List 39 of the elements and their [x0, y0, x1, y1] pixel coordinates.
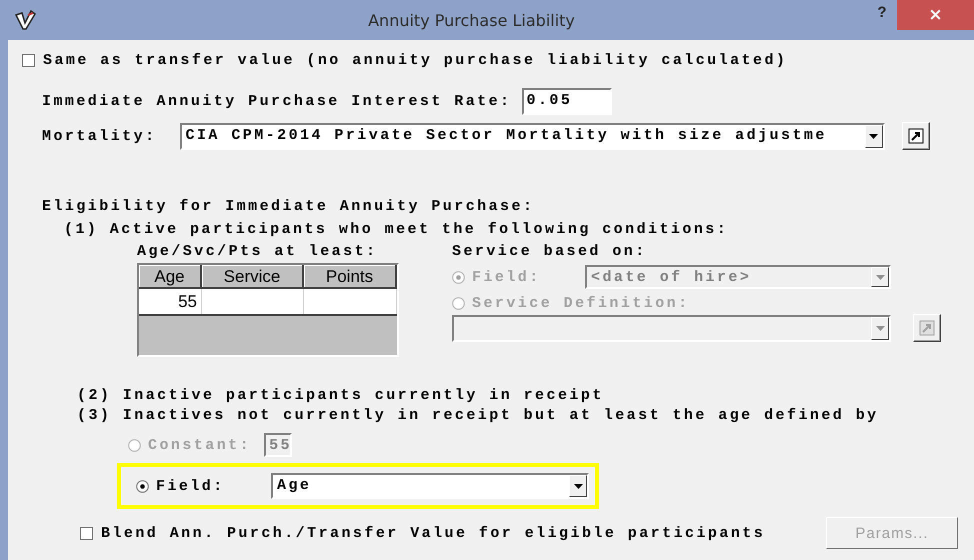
checkbox[interactable] — [22, 54, 35, 67]
column-header[interactable]: Age — [139, 265, 202, 289]
condition-label: (3) Inactives not currently in receipt but at least the age defined by — [77, 407, 879, 424]
radio-label: Field: — [156, 478, 225, 494]
text-field[interactable]: 0.05 — [522, 88, 612, 115]
checkbox-label: Blend Ann. Purch./Transfer Value for eligible participants — [101, 524, 766, 542]
help-button[interactable]: ? — [867, 4, 897, 21]
radio-button[interactable] — [136, 480, 149, 492]
table-cell[interactable] — [202, 289, 304, 314]
app-logo-icon — [14, 9, 36, 31]
caret-icon — [876, 326, 884, 330]
caret-icon — [876, 274, 884, 280]
dropdown[interactable]: Age — [271, 473, 589, 499]
dropdown[interactable]: CIA CPM-2014 Private Sector Mortality with size adjustme — [180, 122, 885, 150]
table-title: Age/Svc/Pts at least: — [137, 243, 378, 260]
radio-label: Field: — [472, 268, 541, 286]
close-button[interactable]: × — [897, 0, 974, 30]
radio-label: Constant: — [148, 436, 252, 454]
table-cell[interactable]: 55 — [139, 289, 202, 314]
section-heading: Eligibility for Immediate Annuity Purchase: — [42, 198, 534, 215]
arrow-square-icon — [919, 320, 935, 336]
checkbox-label: Same as transfer value (no annuity purchase liability calculated) — [43, 52, 788, 69]
checkbox[interactable] — [80, 526, 93, 540]
dropdown[interactable] — [452, 314, 891, 342]
open-button[interactable] — [902, 122, 930, 150]
field-label: Immediate Annuity Purchase Interest Rate: — [42, 93, 512, 110]
column-header[interactable]: Points — [304, 265, 397, 289]
condition-label: (2) Inactive participants currently in receipt — [77, 387, 604, 404]
radio-label: Service Definition: — [472, 295, 690, 312]
arrow-square-icon — [908, 128, 924, 144]
field-label: Mortality: — [42, 128, 157, 144]
table-cell[interactable] — [304, 289, 397, 314]
caret-icon — [869, 134, 878, 138]
condition-label: (1) Active participants who meet the following conditions: — [64, 221, 728, 238]
section-heading: Service based on: — [452, 243, 648, 260]
open-button[interactable] — [913, 314, 941, 342]
window-title: Annuity Purchase Liability — [367, 10, 576, 30]
column-header[interactable]: Service — [202, 265, 304, 289]
caret-icon — [574, 484, 582, 488]
